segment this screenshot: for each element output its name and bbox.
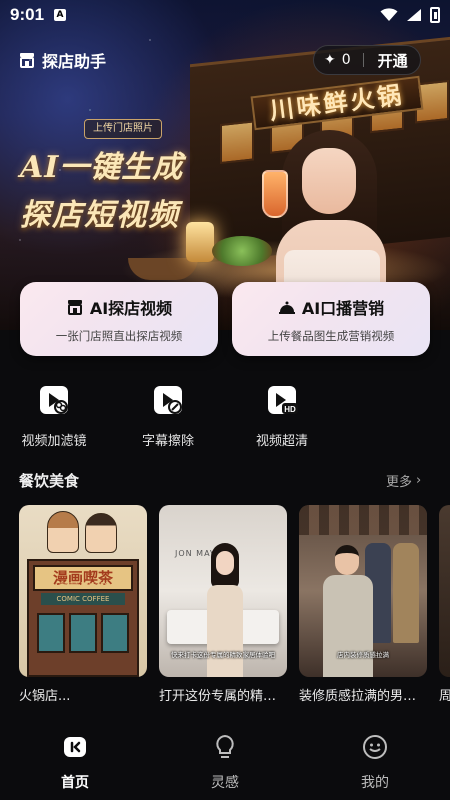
model-body	[323, 575, 373, 677]
mannequin	[393, 543, 419, 643]
comic-cafe-subsign-small: 漫画咖啡 ROASTERY	[59, 582, 107, 588]
tool-label: 视频加滤镜	[21, 434, 87, 449]
cloche-icon	[278, 301, 295, 314]
signal-icon	[407, 9, 421, 21]
video-hd-icon: HD	[268, 386, 298, 414]
status-time: 9:01	[10, 5, 45, 24]
store-icon	[67, 300, 82, 315]
app-title: 探店助手	[42, 52, 107, 71]
battery-icon	[430, 7, 440, 23]
profile-icon	[363, 735, 387, 759]
store-shelf	[299, 505, 427, 535]
card-subtitle: 一张门店照直出探店视频	[55, 329, 183, 343]
model-face	[216, 551, 234, 575]
comic-character	[85, 513, 117, 553]
video-thumbnail-menswear-store[interactable]: 店内装修质感拉满	[299, 505, 427, 677]
video-thumbnail-home-store[interactable]: JON MAVIN 快来打卡这份专属的精致家居体验吧	[159, 505, 287, 677]
status-icons	[380, 7, 440, 23]
nav-inspiration[interactable]: 灵感	[180, 734, 270, 792]
video-subtitle: 店内装修质感拉满	[337, 651, 389, 659]
sparkle-icon: ✦	[324, 52, 336, 68]
wifi-icon	[380, 8, 398, 21]
hero-headline: AI一键生成 探店短视频	[20, 142, 220, 234]
hero-headline-line1: AI一键生成	[20, 150, 184, 185]
tool-label: 视频超清	[255, 434, 308, 449]
thumbnail-caption: 火锅店...	[19, 689, 71, 704]
chevron-right-icon: ›	[416, 473, 422, 488]
more-label: 更多	[386, 475, 413, 490]
credits-divider	[362, 53, 364, 67]
lightbulb-icon	[216, 734, 234, 758]
nav-label: 首页	[61, 775, 89, 791]
bottom-nav: 首页 灵感 我的	[0, 722, 450, 800]
card-subtitle: 上传餐品图生成营销视频	[267, 329, 395, 343]
video-thumbnail-comic-cafe[interactable]: 漫画喫茶 COMIC COFFEE 漫画咖啡 ROASTERY	[19, 505, 147, 677]
thumbnail-caption: 周	[439, 685, 450, 704]
hero-headline-line2: 探店短视频	[20, 198, 180, 233]
tool-label: 字幕擦除	[141, 434, 194, 449]
open-membership-button[interactable]: 开通	[378, 50, 408, 71]
app-header: 探店助手	[18, 48, 106, 72]
credits-pill[interactable]: ✦ 0 开通	[313, 45, 421, 75]
drink-glass	[262, 170, 288, 218]
status-bar: 9:01 A	[0, 0, 450, 30]
comic-character	[47, 511, 79, 553]
nav-label: 我的	[361, 775, 389, 791]
ai-voiceover-marketing-card[interactable]: AI口播营销 上传餐品图生成营销视频	[232, 282, 430, 356]
model-face	[335, 545, 359, 575]
hd-badge: HD	[284, 405, 296, 414]
comic-window	[69, 613, 97, 653]
video-filter-icon	[40, 386, 68, 414]
video-subtitle: 快来打卡这份专属的精致家居体验吧	[171, 651, 275, 659]
notification-a-icon: A	[54, 9, 67, 21]
nav-profile[interactable]: 我的	[330, 734, 420, 792]
nav-home[interactable]: 首页	[30, 734, 120, 792]
comic-window	[101, 613, 129, 653]
model-body	[207, 585, 243, 677]
credits-count: 0	[341, 52, 351, 68]
video-thumbnail-partial[interactable]	[439, 505, 450, 677]
video-hd-tool[interactable]: HD 视频超清	[242, 384, 322, 449]
card-title-row: AI口播营销	[232, 295, 430, 319]
card-title-row: AI探店视频	[20, 295, 218, 319]
comic-cafe-subsign: COMIC COFFEE	[41, 593, 125, 605]
subtitle-erase-tool[interactable]: 字幕擦除	[128, 384, 208, 449]
comic-window	[37, 613, 65, 653]
thumbnail-caption: 装修质感拉满的男装店	[299, 689, 427, 704]
building-window	[220, 120, 254, 165]
more-link[interactable]: 更多 ›	[386, 471, 421, 490]
thumbnail-caption: 打开这份专属的精致...	[159, 689, 287, 704]
subtitle-erase-icon	[154, 386, 182, 414]
card-title: AI口播营销	[301, 299, 385, 318]
section-title: 餐饮美食	[19, 472, 80, 490]
nav-label: 灵感	[211, 775, 239, 791]
card-title: AI探店视频	[89, 299, 173, 318]
home-icon	[64, 737, 86, 757]
ai-store-video-card[interactable]: AI探店视频 一张门店照直出探店视频	[20, 282, 218, 356]
video-filter-tool[interactable]: 视频加滤镜	[14, 384, 94, 449]
upload-photo-tag: 上传门店照片	[84, 119, 162, 139]
hotpot-bowl	[128, 258, 198, 280]
store-logo-icon	[20, 53, 34, 68]
model-face	[302, 148, 356, 214]
